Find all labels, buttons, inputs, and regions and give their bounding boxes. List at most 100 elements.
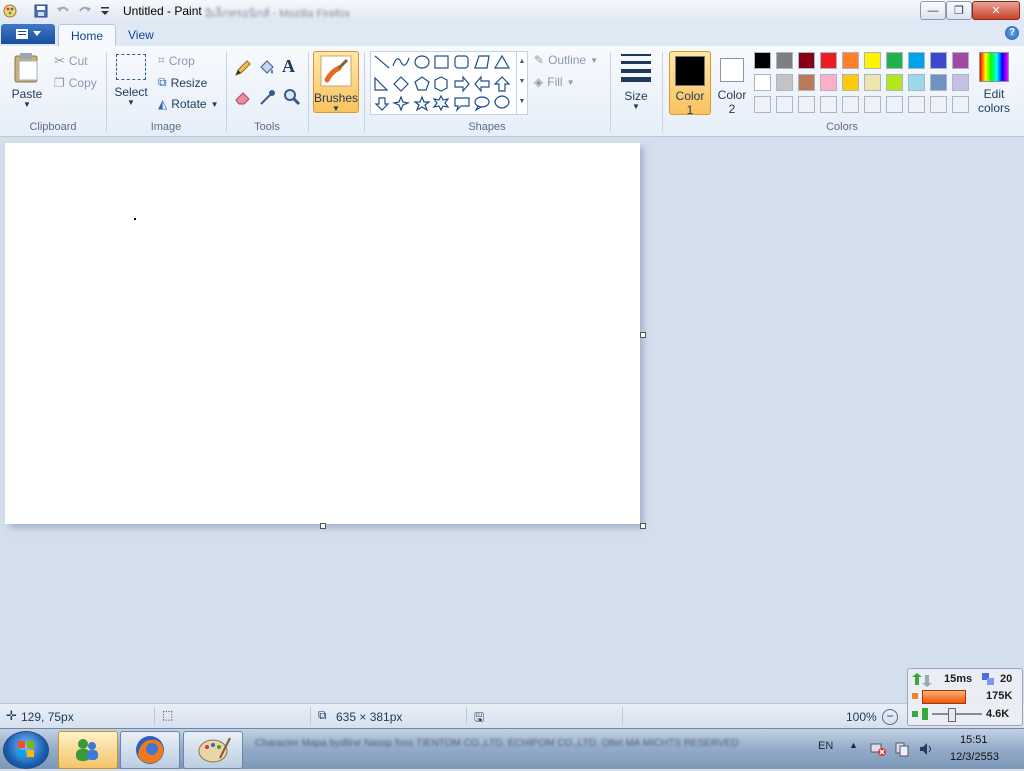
minimize-button[interactable]: — [920,1,946,20]
crop-label: Crop [168,53,195,68]
palette-swatch[interactable] [754,74,771,91]
network-error-icon[interactable] [870,741,886,757]
palette-custom-slot[interactable] [930,96,947,113]
palette-custom-slot[interactable] [820,96,837,113]
tab-home[interactable]: Home [58,24,117,47]
crop-button[interactable]: ⌗ Crop [158,53,195,68]
help-icon[interactable]: ? [1005,26,1019,40]
palette-custom-slot[interactable] [776,96,793,113]
group-divider [226,52,227,132]
undo-icon[interactable] [55,3,71,19]
select-button[interactable]: Select ▼ [114,54,148,107]
save-icon[interactable] [33,3,49,19]
palette-swatch[interactable] [776,52,793,69]
palette-swatch[interactable] [952,52,969,69]
color1-swatch [675,56,705,86]
palette-custom-slot[interactable] [798,96,815,113]
eraser-icon[interactable] [233,87,253,107]
taskbar-messenger-button[interactable] [58,731,118,769]
status-divider [466,707,467,725]
color1-button[interactable]: Color 1 [669,51,711,117]
size-button[interactable]: Size ▼ [617,52,655,111]
show-hidden-icons-icon[interactable]: ▲ [849,740,858,750]
canvas-size-icon: ⧉ [318,708,327,722]
palette-custom-slot[interactable] [864,96,881,113]
shapes-gallery[interactable]: ▲ ▼ ▼ [370,51,528,115]
palette-swatch[interactable] [820,52,837,69]
select-label: Select [114,85,148,99]
copy-icon: ❐ [54,76,65,90]
resize-button[interactable]: ⧉ Resize [158,75,207,90]
scissors-icon: ✂ [54,53,65,68]
window-title-ghost: อิเล็กทรอนิกส์ - Mozilla Firefox [205,8,351,20]
edit-colors-button[interactable]: Edit colors [976,52,1012,115]
canvas-area [0,137,1024,702]
redo-icon[interactable] [77,3,93,19]
edit-colors-label-line2: colors [977,101,1010,115]
palette-swatch[interactable] [886,52,903,69]
brush-icon [320,55,352,87]
canvas-resize-handle-bottom[interactable] [320,523,326,529]
clock-date[interactable]: 12/3/2553 [950,751,999,763]
palette-swatch[interactable] [798,52,815,69]
zoom-out-button[interactable]: − [882,709,898,725]
pencil-icon[interactable] [233,58,253,78]
color-picker-icon[interactable] [258,87,278,107]
rotate-button[interactable]: ◭ Rotate ▼ [158,97,219,111]
palette-swatch[interactable] [886,74,903,91]
brushes-button[interactable]: Brushes ▼ [313,51,359,113]
monitor-slider-thumb[interactable] [948,708,956,722]
drawing-canvas[interactable] [5,143,640,524]
palette-swatch[interactable] [908,74,925,91]
palette-swatch[interactable] [842,74,859,91]
customize-quick-access-icon[interactable] [97,3,113,19]
palette-swatch[interactable] [864,52,881,69]
magnifier-icon[interactable] [282,87,302,107]
fill-button[interactable]: ◈ Fill ▼ [534,75,574,89]
connections-icon [982,673,994,685]
canvas-resize-handle-corner[interactable] [640,523,646,529]
palette-swatch[interactable] [776,74,793,91]
palette-swatch[interactable] [864,74,881,91]
palette-custom-slot[interactable] [952,96,969,113]
resize-icon: ⧉ [158,75,167,89]
palette-custom-slot[interactable] [754,96,771,113]
tab-view[interactable]: View [116,24,166,46]
volume-icon[interactable] [918,741,934,757]
palette-swatch[interactable] [930,52,947,69]
upload-indicator-icon [912,711,918,717]
palette-swatch[interactable] [798,74,815,91]
cut-button[interactable]: ✂ Cut [54,53,88,69]
copy-button[interactable]: ❐ Copy [54,76,97,90]
restore-button[interactable]: ❐ [946,1,972,20]
paint-menu-button[interactable] [1,24,55,44]
shapes-gallery-scroll[interactable]: ▲ ▼ ▼ [516,52,527,114]
palette-swatch[interactable] [952,74,969,91]
image-group-label: Image [150,121,182,133]
palette-swatch[interactable] [842,52,859,69]
taskbar-paint-button[interactable] [183,731,243,769]
palette-custom-slot[interactable] [886,96,903,113]
palette-swatch[interactable] [908,52,925,69]
ribbon: Paste ▼ ✂ Cut ❐ Copy Clipboard Select ▼ … [0,46,1024,137]
palette-custom-slot[interactable] [842,96,859,113]
palette-swatch[interactable] [930,74,947,91]
canvas-resize-handle-right[interactable] [640,332,646,338]
color2-button[interactable]: Color 2 [713,51,751,116]
outline-button[interactable]: ✎ Outline ▼ [534,53,598,67]
input-language[interactable]: EN [818,740,833,752]
start-button[interactable] [3,731,49,769]
action-center-icon[interactable] [894,741,910,757]
palette-swatch[interactable] [820,74,837,91]
fill-bucket-icon[interactable] [257,58,277,78]
clock-time[interactable]: 15:51 [960,734,988,746]
close-button[interactable]: ✕ [972,1,1020,20]
text-tool-icon[interactable]: A [282,56,295,77]
paste-button[interactable]: Paste ▼ [8,52,46,109]
cursor-position: 129, 75px [21,710,74,724]
taskbar-firefox-button[interactable] [120,731,180,769]
paint-app-icon[interactable] [2,3,18,19]
network-monitor-widget[interactable]: 15ms 20 175K 4.6K [907,668,1023,726]
palette-swatch[interactable] [754,52,771,69]
palette-custom-slot[interactable] [908,96,925,113]
